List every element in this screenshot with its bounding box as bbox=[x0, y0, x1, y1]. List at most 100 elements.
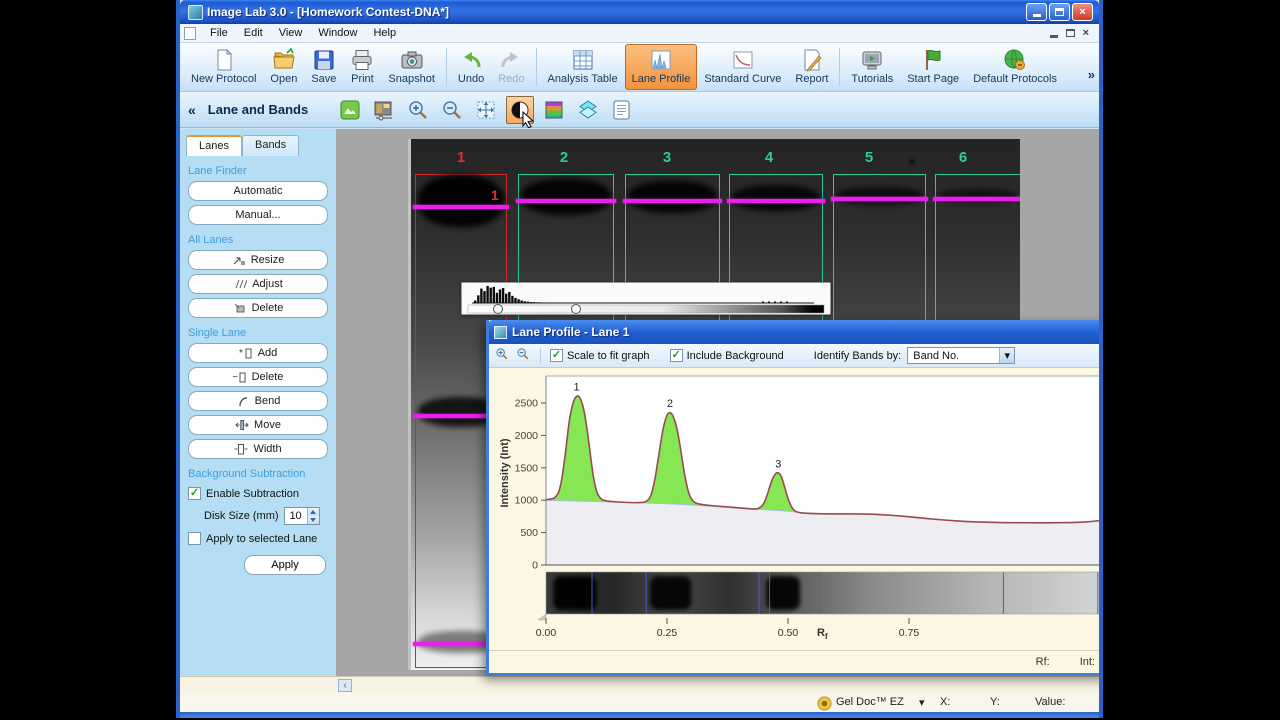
child-close-icon[interactable]: × bbox=[1083, 27, 1089, 39]
colormap-button[interactable] bbox=[540, 96, 568, 124]
restore-button[interactable] bbox=[1049, 3, 1070, 21]
apply-button[interactable]: Apply bbox=[244, 555, 326, 575]
collapse-panel-icon[interactable]: « bbox=[188, 102, 196, 118]
redo-button[interactable]: Redo bbox=[491, 44, 531, 90]
all-lanes-adjustbutton[interactable]: Adjust bbox=[188, 274, 328, 294]
minimize-button[interactable] bbox=[1026, 3, 1047, 21]
button-label: Bend bbox=[254, 395, 281, 407]
band-marker-line[interactable] bbox=[516, 199, 616, 203]
analysis-table-button[interactable]: Analysis Table bbox=[541, 44, 625, 90]
bend-icon bbox=[238, 397, 247, 407]
toolbar-separator bbox=[445, 48, 447, 86]
print-button[interactable]: Print bbox=[343, 44, 381, 90]
tutorials-icon bbox=[862, 51, 882, 70]
app-window: Image Lab 3.0 - [Homework Contest-DNA*] … bbox=[176, 0, 1103, 718]
svg-text:1: 1 bbox=[573, 382, 579, 394]
toolbar-button-label: Standard Curve bbox=[704, 73, 782, 85]
tutorials-button[interactable]: Tutorials bbox=[844, 44, 900, 90]
lane-profile-button[interactable]: Lane Profile bbox=[624, 44, 698, 90]
lane-profile-title-bar[interactable]: Lane Profile - Lane 1 bbox=[489, 320, 1099, 344]
all-lanes-resizebutton[interactable]: Resize bbox=[188, 250, 328, 270]
zoom-in-icon[interactable] bbox=[495, 347, 510, 365]
single-lane-widthbutton[interactable]: Width bbox=[188, 439, 328, 459]
lane-number-1: 1 bbox=[456, 149, 466, 166]
adjust-icon bbox=[235, 279, 248, 289]
tab-lanes[interactable]: Lanes bbox=[186, 135, 242, 156]
horizontal-scrollbar[interactable]: ‹ bbox=[180, 676, 1099, 693]
button-label: Delete bbox=[251, 302, 284, 314]
disk-size-value: 10 bbox=[289, 510, 302, 522]
menu-view[interactable]: View bbox=[271, 25, 311, 41]
include-background-label: Include Background bbox=[686, 349, 784, 362]
image-overview-button[interactable] bbox=[336, 96, 364, 124]
standard-curve-icon bbox=[733, 51, 753, 69]
title-bar[interactable]: Image Lab 3.0 - [Homework Contest-DNA*] … bbox=[180, 0, 1099, 24]
zoom-out-button[interactable] bbox=[438, 96, 466, 124]
include-background-checkbox[interactable]: ✓ bbox=[669, 349, 683, 362]
overlay-button[interactable] bbox=[574, 96, 602, 124]
report-button[interactable]: Report bbox=[788, 44, 835, 90]
toolbar-overflow-chevron[interactable]: » bbox=[1088, 67, 1095, 82]
identify-bands-dropdown[interactable]: Band No. ▾ bbox=[907, 347, 1016, 364]
all-lanes-deletebutton[interactable]: Delete bbox=[188, 298, 328, 318]
standard-curve-button[interactable]: Standard Curve bbox=[697, 44, 788, 90]
band-marker-line[interactable] bbox=[727, 199, 825, 203]
child-restore-icon[interactable] bbox=[1065, 29, 1075, 37]
single-lane-movebutton[interactable]: Move bbox=[188, 415, 328, 435]
default-protocols-button[interactable]: Default Protocols bbox=[966, 44, 1064, 90]
menu-edit[interactable]: Edit bbox=[236, 25, 271, 41]
transform-button[interactable] bbox=[370, 96, 398, 124]
identify-bands-label: Identify Bands by: bbox=[813, 349, 902, 362]
child-minimize-icon[interactable] bbox=[1049, 34, 1058, 38]
single-lane-bendbutton[interactable]: Bend bbox=[188, 391, 328, 411]
start-page-button[interactable]: Start Page bbox=[900, 44, 966, 90]
zoom-in-button[interactable] bbox=[404, 96, 432, 124]
scroll-left-button[interactable]: ‹ bbox=[338, 679, 352, 692]
lane-profile-window: Lane Profile - Lane 1 ✓ Scale to fit gra… bbox=[486, 320, 1099, 676]
fit-image-button[interactable] bbox=[472, 96, 500, 124]
single-lane-addbutton[interactable]: * Add bbox=[188, 343, 328, 363]
menu-file[interactable]: File bbox=[202, 25, 236, 41]
spin-down-button[interactable] bbox=[307, 516, 319, 524]
device-name: Gel Doc™ EZ bbox=[836, 696, 904, 708]
main-toolbar: » New Protocol Open Save Print Snapshot Undo R… bbox=[180, 43, 1099, 92]
band-marker-line[interactable] bbox=[933, 197, 1020, 201]
save-button[interactable]: Save bbox=[304, 44, 343, 90]
enable-subtraction-checkbox[interactable]: ✓ bbox=[188, 487, 201, 500]
snapshot-button[interactable]: Snapshot bbox=[381, 44, 441, 90]
menu-help[interactable]: Help bbox=[365, 25, 404, 41]
disk-size-stepper[interactable]: 10 bbox=[283, 507, 320, 525]
lane-profile-footer: Rf: Int: bbox=[489, 650, 1099, 673]
scale-to-fit-checkbox[interactable]: ✓ bbox=[550, 349, 563, 362]
spin-up-button[interactable] bbox=[307, 508, 319, 516]
intensity-histogram[interactable] bbox=[462, 283, 830, 314]
lane-finder-automaticbutton[interactable]: Automatic bbox=[188, 181, 328, 201]
button-label: Delete bbox=[251, 371, 284, 383]
move-icon bbox=[235, 420, 249, 430]
svg-text:500: 500 bbox=[520, 527, 538, 539]
undo-button[interactable]: Undo bbox=[451, 44, 491, 90]
band-marker-line[interactable] bbox=[413, 205, 509, 209]
new-protocol-button[interactable]: New Protocol bbox=[184, 44, 263, 90]
single-lane-deletebutton[interactable]: ~ Delete bbox=[188, 367, 328, 387]
close-button[interactable]: × bbox=[1072, 3, 1093, 21]
section-heading: Lane Finder bbox=[188, 165, 247, 177]
zoom-out-icon[interactable] bbox=[516, 347, 531, 365]
fit-image-icon bbox=[477, 101, 495, 118]
svg-text:0: 0 bbox=[532, 560, 538, 572]
gel-artifact-spot bbox=[909, 159, 915, 164]
lane-finder-manual-button[interactable]: Manual... bbox=[188, 205, 328, 225]
band-marker-line[interactable] bbox=[831, 197, 928, 201]
apply-selected-checkbox[interactable] bbox=[188, 532, 201, 545]
scale-to-fit-label: Scale to fit graph bbox=[567, 349, 650, 362]
contrast-button[interactable] bbox=[506, 95, 535, 128]
image-transform-widget[interactable] bbox=[461, 282, 831, 315]
device-dropdown-arrow[interactable]: ▾ bbox=[919, 696, 925, 709]
band-marker-line[interactable] bbox=[623, 199, 722, 203]
image-info-button[interactable] bbox=[608, 96, 636, 124]
toolbar-button-label: Start Page bbox=[907, 73, 960, 85]
svg-text:0.50: 0.50 bbox=[778, 627, 799, 639]
open-button[interactable]: Open bbox=[263, 44, 304, 90]
menu-window[interactable]: Window bbox=[310, 25, 365, 41]
tab-bands[interactable]: Bands bbox=[241, 135, 300, 156]
